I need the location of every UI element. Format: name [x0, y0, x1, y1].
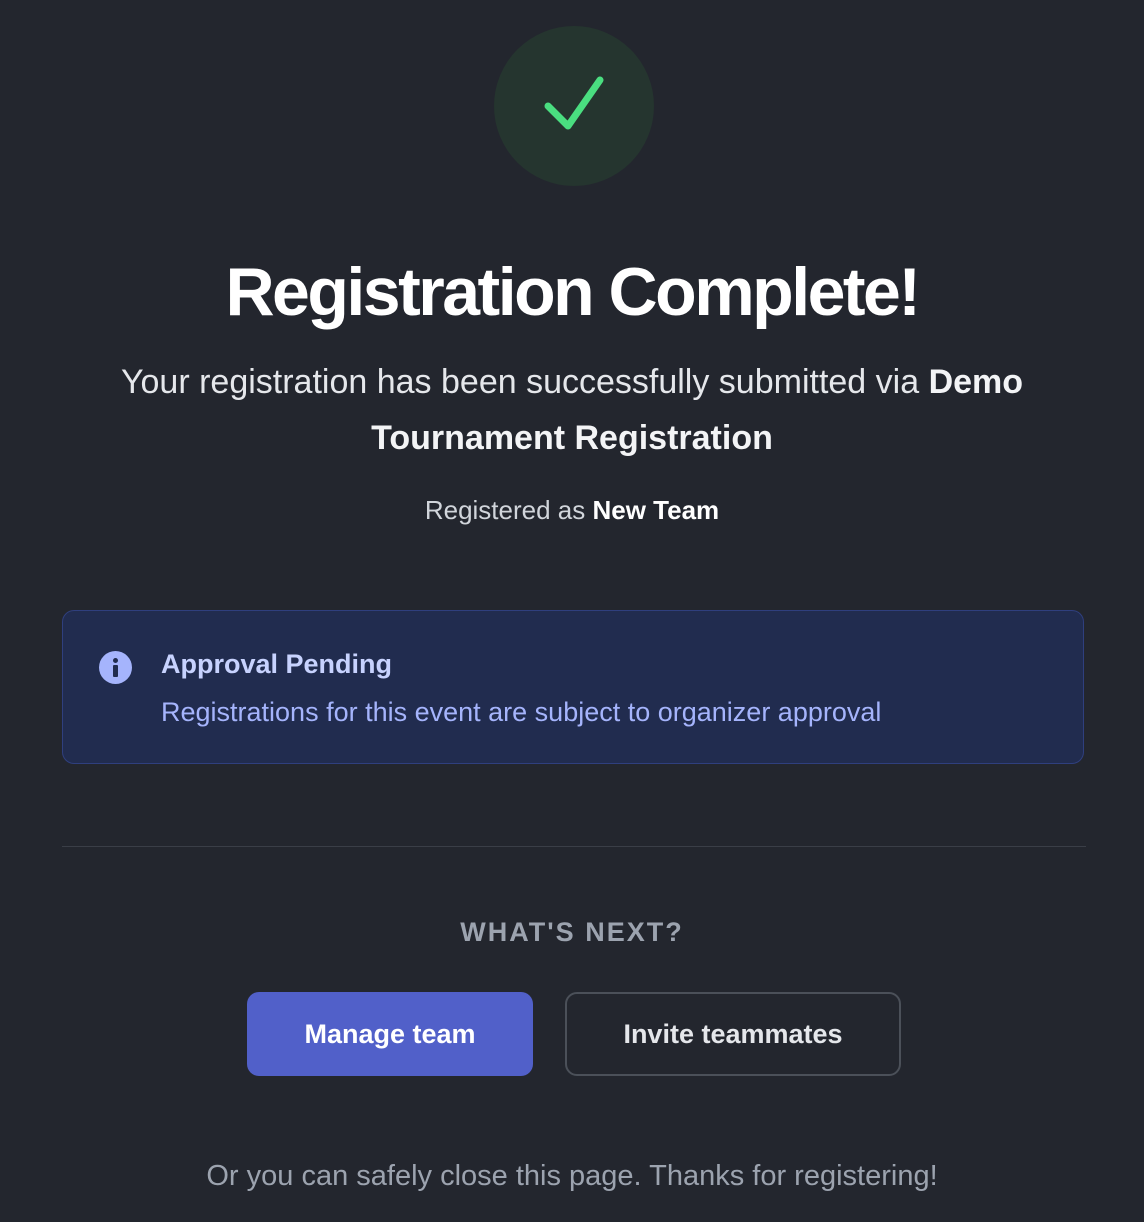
- confirmation-message-prefix: Your registration has been successfully …: [120, 363, 929, 401]
- success-badge: [494, 26, 654, 186]
- alert-message: Registrations for this event are subject…: [161, 697, 882, 727]
- page-title: Registration Complete!: [225, 254, 921, 330]
- team-name: New Team: [592, 495, 720, 525]
- confirmation-message: Your registration has been successfully …: [60, 354, 1084, 466]
- whats-next-heading: WHAT'S NEXT?: [460, 917, 684, 947]
- close-page-note: Or you can safely close this page. Thank…: [206, 1160, 938, 1192]
- approval-pending-alert: Approval Pending Registrations for this …: [62, 610, 1084, 764]
- alert-title: Approval Pending: [161, 649, 393, 679]
- section-divider: [62, 846, 1086, 847]
- registration-confirmation-page: Registration Complete! Your registration…: [0, 0, 1144, 1222]
- invite-teammates-button[interactable]: Invite teammates: [565, 992, 901, 1076]
- checkmark-icon: [544, 76, 604, 130]
- manage-team-button[interactable]: Manage team: [247, 992, 533, 1076]
- registered-as-prefix: Registered as: [424, 495, 593, 525]
- info-icon: [99, 651, 132, 684]
- registered-as-line: Registered as New Team: [0, 490, 1144, 530]
